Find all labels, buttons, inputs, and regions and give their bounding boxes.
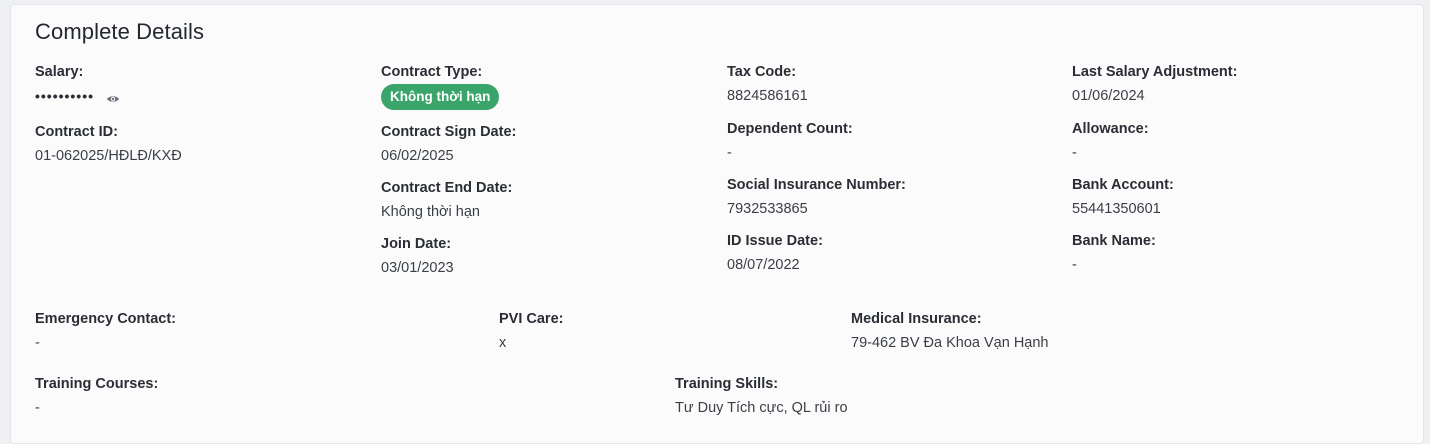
- contract-end-date-field: Contract End Date: Không thời hạn: [381, 178, 512, 222]
- id-issue-date-label: ID Issue Date:: [727, 233, 823, 249]
- contract-type-label: Contract Type:: [381, 64, 483, 80]
- pvi-care-label: PVI Care:: [499, 311, 564, 327]
- training-skills-field: Training Skills: Tư Duy Tích cực, QL rủi…: [675, 374, 848, 418]
- allowance-value: -: [1072, 145, 1077, 161]
- page-right-edge: [1424, 0, 1430, 426]
- complete-details-card: Complete Details Salary: •••••••••• Cont…: [10, 4, 1424, 444]
- join-date-field: Join Date: 03/01/2023: [381, 234, 454, 278]
- salary-masked-value: ••••••••••: [35, 86, 120, 106]
- social-insurance-label: Social Insurance Number:: [727, 177, 906, 193]
- salary-field: Salary: ••••••••••: [35, 62, 120, 106]
- training-courses-label: Training Courses:: [35, 376, 159, 392]
- contract-type-field: Contract Type: Không thời hạn: [381, 62, 500, 110]
- last-salary-adjustment-field: Last Salary Adjustment: 01/06/2024: [1072, 62, 1237, 106]
- dependent-count-label: Dependent Count:: [727, 121, 853, 137]
- eye-icon[interactable]: [106, 91, 120, 102]
- contract-sign-date-label: Contract Sign Date:: [381, 124, 517, 140]
- contract-id-label: Contract ID:: [35, 124, 118, 140]
- tax-code-value: 8824586161: [727, 88, 808, 104]
- emergency-contact-field: Emergency Contact: -: [35, 309, 176, 353]
- medical-insurance-field: Medical Insurance: 79-462 BV Đa Khoa Vạn…: [851, 309, 1049, 353]
- id-issue-date-value: 08/07/2022: [727, 257, 800, 273]
- training-skills-value: Tư Duy Tích cực, QL rủi ro: [675, 400, 848, 416]
- bank-account-value: 55441350601: [1072, 201, 1161, 217]
- section-title: Complete Details: [35, 19, 205, 44]
- allowance-label: Allowance:: [1072, 121, 1149, 137]
- training-courses-field: Training Courses: -: [35, 374, 158, 418]
- tax-code-label: Tax Code:: [727, 64, 797, 80]
- contract-id-value: 01-062025/HĐLĐ/KXĐ: [35, 148, 182, 164]
- bank-account-field: Bank Account: 55441350601: [1072, 175, 1174, 219]
- last-salary-adjustment-value: 01/06/2024: [1072, 88, 1145, 104]
- emergency-contact-label: Emergency Contact:: [35, 311, 177, 327]
- social-insurance-value: 7932533865: [727, 201, 808, 217]
- dependent-count-value: -: [727, 145, 732, 161]
- training-skills-label: Training Skills:: [675, 376, 779, 392]
- social-insurance-field: Social Insurance Number: 7932533865: [727, 175, 906, 219]
- medical-insurance-label: Medical Insurance:: [851, 311, 982, 327]
- join-date-value: 03/01/2023: [381, 260, 454, 276]
- join-date-label: Join Date:: [381, 236, 452, 252]
- id-issue-date-field: ID Issue Date: 08/07/2022: [727, 231, 823, 275]
- training-courses-value: -: [35, 400, 40, 416]
- emergency-contact-value: -: [35, 335, 40, 351]
- tax-code-field: Tax Code: 8824586161: [727, 62, 808, 106]
- bank-name-label: Bank Name:: [1072, 233, 1156, 249]
- medical-insurance-value: 79-462 BV Đa Khoa Vạn Hạnh: [851, 335, 1049, 351]
- allowance-field: Allowance: -: [1072, 119, 1149, 163]
- bank-account-label: Bank Account:: [1072, 177, 1174, 193]
- contract-end-date-label: Contract End Date:: [381, 180, 513, 196]
- bank-name-field: Bank Name: -: [1072, 231, 1156, 275]
- dependent-count-field: Dependent Count: -: [727, 119, 853, 163]
- contract-type-badge: Không thời hạn: [381, 84, 500, 110]
- contract-sign-date-field: Contract Sign Date: 06/02/2025: [381, 122, 516, 166]
- contract-id-field: Contract ID: 01-062025/HĐLĐ/KXĐ: [35, 122, 182, 166]
- contract-sign-date-value: 06/02/2025: [381, 148, 454, 164]
- salary-masked-dots: ••••••••••: [35, 88, 95, 104]
- salary-label: Salary:: [35, 64, 84, 80]
- last-salary-adjustment-label: Last Salary Adjustment:: [1072, 64, 1238, 80]
- contract-end-date-value: Không thời hạn: [381, 204, 481, 220]
- pvi-care-field: PVI Care: x: [499, 309, 563, 353]
- pvi-care-value: x: [499, 335, 507, 351]
- bank-name-value: -: [1072, 257, 1077, 273]
